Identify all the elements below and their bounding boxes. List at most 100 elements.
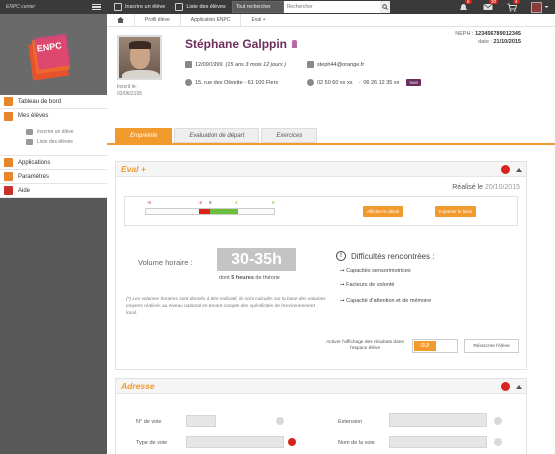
breadcrumb: Profil élève Application ENPC Eval + xyxy=(107,13,555,27)
scale-mark: 4 xyxy=(235,200,238,205)
sidebar-item-dashboard[interactable]: Tableau de bord xyxy=(0,95,107,109)
student-profile: Inscrit le : 02/06/2105 Stéphane Galppin… xyxy=(107,27,555,128)
top-right-tools: 5 30 4 xyxy=(459,0,549,14)
birth-date: 12/09/1999 xyxy=(195,61,223,68)
notification-button[interactable]: 5 xyxy=(459,0,472,11)
gear-icon xyxy=(4,172,13,181)
sidebar-item-label: Applications xyxy=(18,159,51,166)
tab-exercices[interactable]: Exercices xyxy=(261,128,318,143)
date-value: 21/10/2015 xyxy=(493,38,521,45)
sidebar-subitem-list[interactable]: Liste des élèves xyxy=(0,137,107,147)
volume-sub-pre: dont xyxy=(219,275,230,281)
show-detail-button[interactable]: Afficher le détail xyxy=(363,206,403,217)
difficulties-title-text: Difficultés rencontrées : xyxy=(351,251,435,261)
cart-count: 4 xyxy=(513,0,520,4)
enroll-link[interactable]: Inscrire un élève xyxy=(114,3,165,11)
sms-button[interactable]: SMS xyxy=(406,79,422,86)
breadcrumb-home[interactable] xyxy=(107,13,135,27)
sidebar-item-applications[interactable]: Applications xyxy=(0,156,107,170)
neph-value: 123456789012345 xyxy=(475,31,521,37)
field-label: Type de voie xyxy=(136,440,168,446)
phone-1: 02 50 60 xx xx xyxy=(317,79,353,86)
collapse-icon[interactable] xyxy=(516,384,522,389)
show-detail-label: Afficher le détail xyxy=(367,209,399,214)
top-bar: ENPC center Inscrire un élève Liste des … xyxy=(0,0,555,14)
collapse-icon[interactable] xyxy=(516,167,522,172)
scale-mark: -6 xyxy=(147,200,152,205)
male-icon xyxy=(292,40,297,48)
sidebar-nav: Tableau de bord Mes élèves Inscrire un é… xyxy=(0,95,107,198)
list-icon xyxy=(175,3,184,11)
phone-icon xyxy=(307,79,314,86)
scale-mark: 0 xyxy=(209,200,212,205)
mail-icon xyxy=(483,3,493,10)
birth-info: 12/09/1999 (15 ans 3 mois 12 jours ) xyxy=(185,61,286,68)
address-title: Adresse xyxy=(121,381,155,391)
eval-panel: Eval + Réalisé le 20/10/2015 -6 -2 0 4 9… xyxy=(115,161,527,370)
neph-label: NEPH : xyxy=(455,31,474,37)
main-content: Profil élève Application ENPC Eval + Ins… xyxy=(107,13,555,454)
notification-count: 5 xyxy=(465,0,472,4)
realise-date: Réalisé le 20/10/2015 xyxy=(452,184,520,191)
mail-count: 30 xyxy=(489,0,499,4)
difficulty-item: ➞ Capacité d'attention et de mémoire xyxy=(340,298,432,304)
street-type-input[interactable] xyxy=(186,436,284,448)
scale-mark: -2 xyxy=(198,200,203,205)
tab-underline xyxy=(107,143,555,145)
logo-area: ENPC xyxy=(0,14,107,95)
results-toggle[interactable]: OUI xyxy=(412,339,458,353)
sidebar-item-label: Tableau de bord xyxy=(18,98,62,105)
breadcrumb-item[interactable]: Profil élève xyxy=(135,13,181,27)
breadcrumb-item[interactable]: Application ENPC xyxy=(181,13,242,27)
list-link[interactable]: Liste des élèves xyxy=(175,3,226,11)
user-menu[interactable] xyxy=(531,1,549,13)
street-number-input[interactable] xyxy=(186,415,216,427)
warning-icon: ! xyxy=(336,251,346,261)
users-icon xyxy=(4,111,13,121)
user-add-icon xyxy=(114,3,122,11)
print-report-button[interactable]: Imprimer le bilan xyxy=(435,206,477,217)
search-button[interactable] xyxy=(379,1,390,13)
cart-button[interactable]: 4 xyxy=(507,0,520,12)
dashboard-icon xyxy=(4,97,13,106)
tab-evaluation[interactable]: Evaluation de départ xyxy=(174,128,260,143)
sidebar-item-label: Aide xyxy=(18,187,31,194)
sidebar-item-help[interactable]: Aide xyxy=(0,184,107,198)
lock-icon xyxy=(288,438,296,446)
search-icon xyxy=(382,4,388,10)
location-icon xyxy=(185,79,192,86)
mail-button[interactable]: 30 xyxy=(483,0,499,11)
score-scale: -6 -2 0 4 9 xyxy=(145,200,275,215)
list-link-label: Liste des élèves xyxy=(186,4,226,10)
profile-tabs: Empreinte Evaluation de départ Exercices xyxy=(115,128,318,143)
email[interactable]: steph44@orange.fr xyxy=(317,62,364,68)
street-name-input[interactable] xyxy=(389,436,487,448)
tab-empreinte[interactable]: Empreinte xyxy=(115,128,173,143)
sidebar-item-settings[interactable]: Paramètres xyxy=(0,170,107,184)
extension-select[interactable] xyxy=(389,413,487,427)
eval-title: Eval + xyxy=(121,164,146,174)
search-input[interactable] xyxy=(283,1,380,13)
realise-value: 20/10/2015 xyxy=(484,184,520,191)
field-label: Extension xyxy=(338,419,363,425)
print-report-label: Imprimer le bilan xyxy=(439,209,473,214)
search-scope-select[interactable]: Tout rechercher xyxy=(231,1,284,13)
reenroll-label: Réinscrire l'élève xyxy=(473,343,510,349)
chevron-down-icon xyxy=(544,6,549,8)
calendar-icon xyxy=(185,61,192,68)
student-name: Stéphane Galppin xyxy=(185,37,288,51)
reenroll-button[interactable]: Réinscrire l'élève xyxy=(464,339,519,353)
link-icon[interactable] xyxy=(501,165,510,174)
sidebar-item-students[interactable]: Mes élèves xyxy=(0,109,107,123)
difficulty-text: Capacités sensorimotrices xyxy=(346,268,411,274)
menu-icon[interactable] xyxy=(92,4,104,10)
address-info: 15, rue des Olivette - 61 100 Flers xyxy=(185,79,278,86)
link-icon[interactable] xyxy=(501,382,510,391)
sidebar-subitem-enroll[interactable]: Inscrire un élève xyxy=(0,127,107,137)
list-icon xyxy=(26,139,33,145)
eval-score-box: -6 -2 0 4 9 Afficher le détail Imprimer … xyxy=(124,196,518,226)
help-icon xyxy=(4,186,13,195)
address-panel-header: Adresse xyxy=(116,379,526,394)
panel-tools xyxy=(501,165,522,174)
enroll-date-label: Inscrit le : xyxy=(117,84,139,90)
